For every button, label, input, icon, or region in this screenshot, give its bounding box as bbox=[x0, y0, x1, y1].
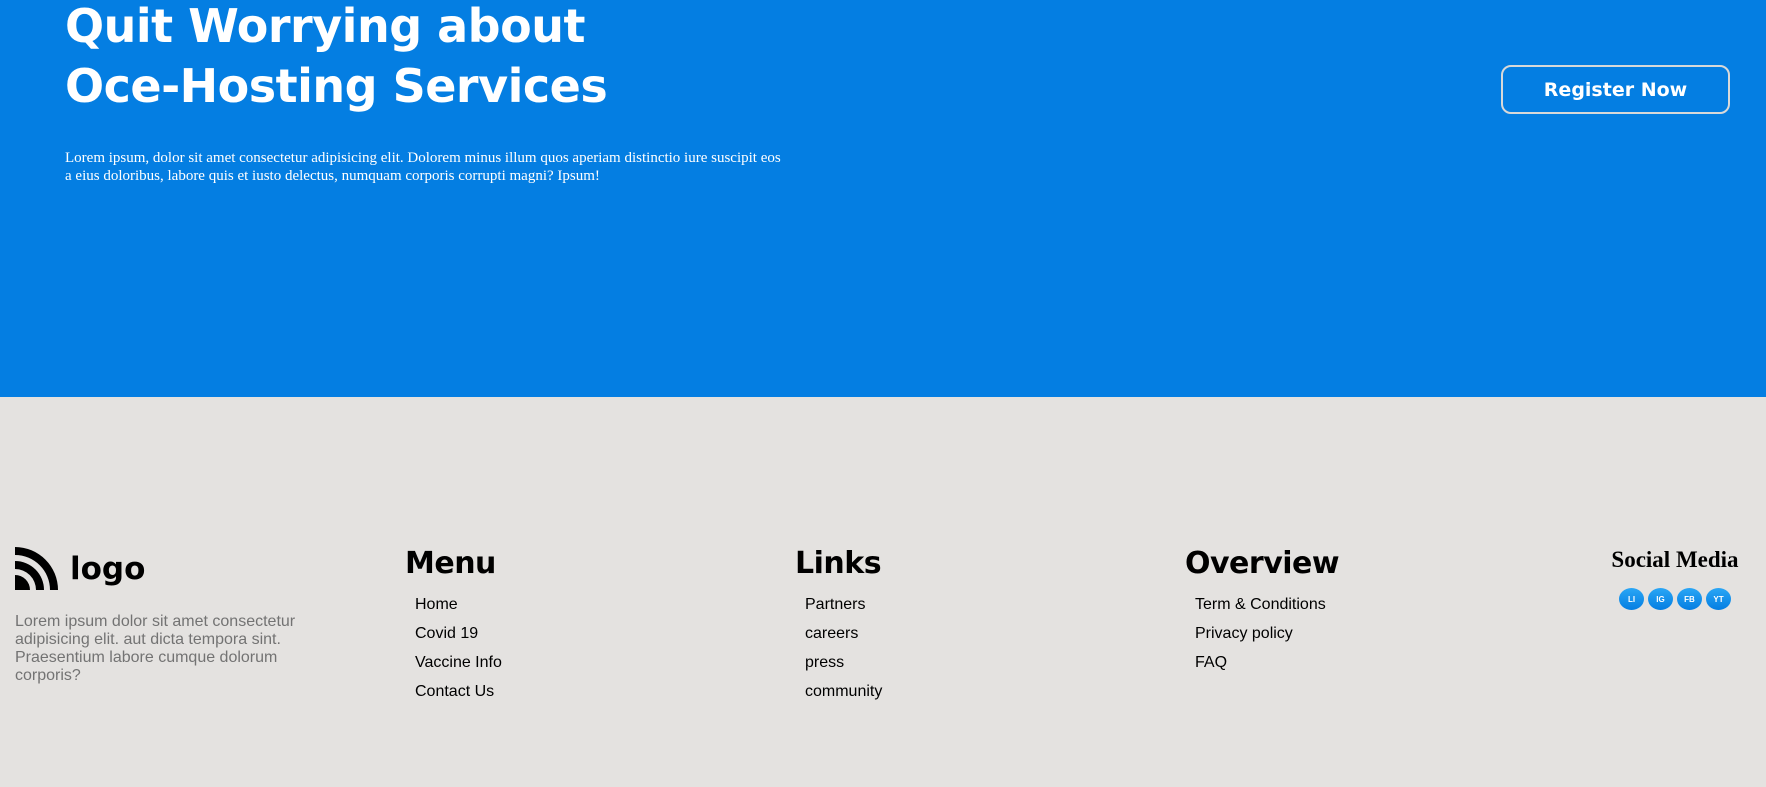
hero-title: Quit Worrying about Oce-Hosting Services bbox=[65, 0, 765, 116]
hero-title-line-1: Quit Worrying about bbox=[65, 0, 585, 53]
facebook-icon[interactable]: FB bbox=[1677, 588, 1702, 610]
footer: logo Lorem ipsum dolor sit amet consecte… bbox=[0, 397, 1766, 787]
menu-list: Home Covid 19 Vaccine Info Contact Us bbox=[415, 590, 502, 706]
links-list: Partners careers press community bbox=[805, 590, 882, 706]
link-careers[interactable]: careers bbox=[805, 619, 882, 648]
menu-link-vaccine-info[interactable]: Vaccine Info bbox=[415, 648, 502, 677]
rss-feed-icon bbox=[15, 547, 58, 590]
logo-text: logo bbox=[70, 550, 146, 587]
brand-logo[interactable]: logo bbox=[15, 547, 145, 590]
social-icons: LI IG FB YT bbox=[1609, 588, 1741, 610]
links-column: Links Partners careers press community bbox=[795, 547, 882, 706]
overview-heading: Overview bbox=[1185, 546, 1340, 581]
hero-description: Lorem ipsum, dolor sit amet consectetur … bbox=[65, 150, 781, 184]
hero-section: Quit Worrying about Oce-Hosting Services… bbox=[0, 0, 1766, 397]
link-terms-conditions[interactable]: Term & Conditions bbox=[1195, 590, 1339, 619]
youtube-icon[interactable]: YT bbox=[1706, 588, 1731, 610]
hero-title-line-2: Oce-Hosting Services bbox=[65, 59, 608, 113]
link-privacy-policy[interactable]: Privacy policy bbox=[1195, 619, 1339, 648]
overview-column: Overview Term & Conditions Privacy polic… bbox=[1185, 546, 1340, 677]
brand-description: Lorem ipsum dolor sit amet consectetur a… bbox=[15, 613, 296, 684]
overview-list: Term & Conditions Privacy policy FAQ bbox=[1195, 590, 1339, 677]
menu-column: Menu Home Covid 19 Vaccine Info Contact … bbox=[405, 547, 502, 706]
linkedin-icon[interactable]: LI bbox=[1619, 588, 1644, 610]
instagram-icon[interactable]: IG bbox=[1648, 588, 1673, 610]
menu-link-contact-us[interactable]: Contact Us bbox=[415, 677, 502, 706]
social-media-section: Social Media LI IG FB YT bbox=[1609, 546, 1741, 610]
menu-link-home[interactable]: Home bbox=[415, 590, 502, 619]
menu-link-covid-19[interactable]: Covid 19 bbox=[415, 619, 502, 648]
link-faq[interactable]: FAQ bbox=[1195, 648, 1339, 677]
link-partners[interactable]: Partners bbox=[805, 590, 882, 619]
menu-heading: Menu bbox=[405, 546, 496, 581]
register-now-button[interactable]: Register Now bbox=[1501, 65, 1730, 114]
social-media-heading: Social Media bbox=[1611, 547, 1739, 572]
links-heading: Links bbox=[795, 546, 882, 581]
link-community[interactable]: community bbox=[805, 677, 882, 706]
link-press[interactable]: press bbox=[805, 648, 882, 677]
